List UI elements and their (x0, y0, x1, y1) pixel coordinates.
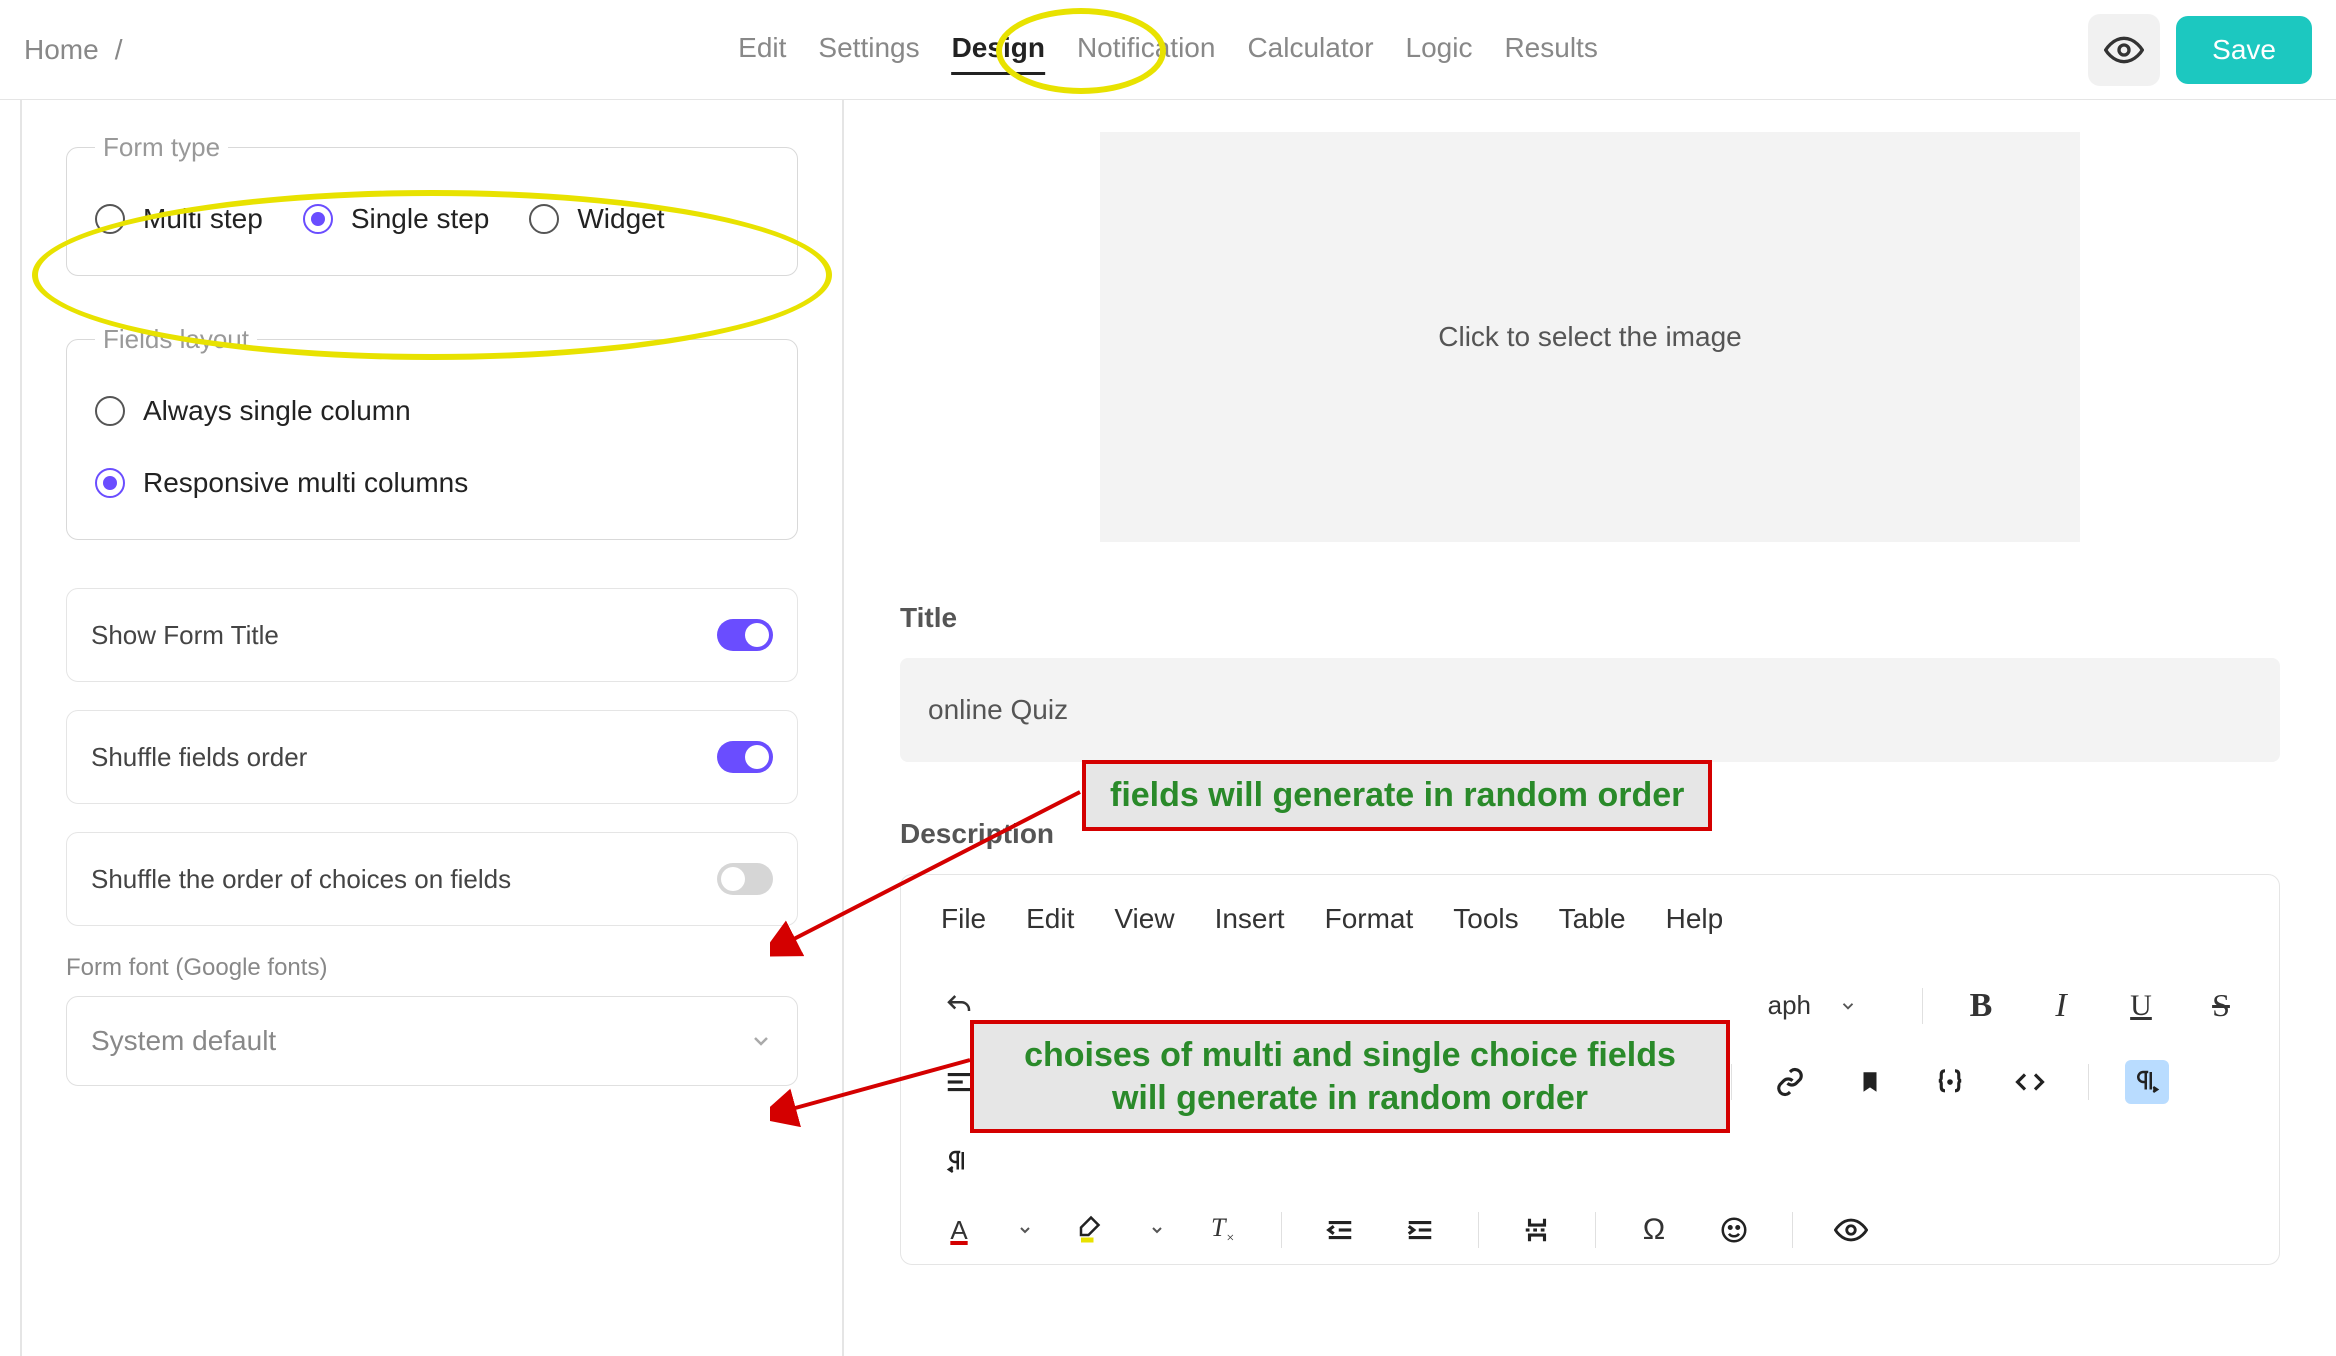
toggle-shuffle-choices: Shuffle the order of choices on fields (66, 832, 798, 926)
tab-results[interactable]: Results (1504, 24, 1597, 75)
font-label: Form font (Google fonts) (66, 954, 798, 982)
highlight-icon (1076, 1215, 1106, 1245)
indent-icon (1405, 1215, 1435, 1245)
tab-settings[interactable]: Settings (818, 24, 919, 75)
annotation-callout-shuffle-fields: fields will generate in random order (1082, 760, 1712, 831)
pilcrow-rtl-icon (944, 1147, 974, 1177)
toggle-shuffle-fields-label: Shuffle fields order (91, 742, 307, 773)
preview-doc-button[interactable] (1829, 1208, 1873, 1252)
page-break-icon (1522, 1215, 1552, 1245)
indent-button[interactable] (1398, 1208, 1442, 1252)
toggle-show-title: Show Form Title (66, 588, 798, 682)
chevron-down-icon (749, 1029, 773, 1053)
editor-menubar: File Edit View Insert Format Tools Table Help (901, 875, 2279, 963)
link-button[interactable] (1768, 1060, 1812, 1104)
rtl-button[interactable] (937, 1140, 981, 1184)
eye-icon (1834, 1213, 1868, 1247)
tab-notification[interactable]: Notification (1077, 24, 1216, 75)
radio-responsive-multi-columns[interactable]: Responsive multi columns (95, 467, 769, 499)
pilcrow-ltr-icon (2132, 1067, 2162, 1097)
menu-help[interactable]: Help (1666, 903, 1724, 935)
breadcrumb-sep: / (115, 34, 123, 66)
block-format-value: aph (1768, 990, 1811, 1021)
form-type-group: Form type Multi step Single step Widget (66, 132, 798, 276)
toggle-shuffle-choices-switch[interactable] (717, 863, 773, 895)
save-button[interactable]: Save (2176, 16, 2312, 84)
clear-format-button[interactable]: T× (1201, 1208, 1245, 1252)
eye-icon (2104, 30, 2144, 70)
source-code-button[interactable] (2008, 1060, 2052, 1104)
toggle-show-title-switch[interactable] (717, 619, 773, 651)
fields-layout-legend: Fields layout (95, 324, 257, 355)
omega-icon: Ω (1643, 1213, 1665, 1247)
ltr-button[interactable] (2125, 1060, 2169, 1104)
tab-calculator[interactable]: Calculator (1247, 24, 1373, 75)
block-format-select[interactable]: aph (1739, 975, 1886, 1036)
radio-always-single-column[interactable]: Always single column (95, 395, 769, 427)
text-color-icon: A (950, 1215, 967, 1246)
form-type-legend: Form type (95, 132, 228, 163)
underline-button[interactable]: U (2119, 984, 2163, 1028)
title-label: Title (900, 602, 2280, 634)
bookmark-icon (1857, 1067, 1883, 1097)
menu-file[interactable]: File (941, 903, 986, 935)
annotation-callout-shuffle-choices: choises of multi and single choice field… (970, 1020, 1730, 1133)
title-input[interactable] (900, 658, 2280, 762)
special-char-button[interactable]: Ω (1632, 1208, 1676, 1252)
preview-button[interactable] (2088, 14, 2160, 86)
emoji-icon (1719, 1215, 1749, 1245)
page-break-button[interactable] (1515, 1208, 1559, 1252)
text-color-button[interactable]: A (937, 1208, 981, 1252)
breadcrumb: Home / (24, 34, 122, 66)
tab-edit[interactable]: Edit (738, 24, 786, 75)
chevron-down-icon[interactable] (1149, 1222, 1165, 1238)
italic-button[interactable]: I (2039, 984, 2083, 1028)
code-sample-button[interactable] (1928, 1060, 1972, 1104)
chevron-down-icon[interactable] (1017, 1222, 1033, 1238)
toggle-show-title-label: Show Form Title (91, 620, 279, 651)
bold-button[interactable]: B (1959, 984, 2003, 1028)
radio-multi-step[interactable]: Multi step (95, 203, 263, 235)
font-select-value: System default (91, 1025, 276, 1057)
menu-edit[interactable]: Edit (1026, 903, 1074, 935)
fields-layout-group: Fields layout Always single column Respon… (66, 324, 798, 540)
chevron-down-icon (1839, 997, 1857, 1015)
strike-button[interactable]: S (2199, 984, 2243, 1028)
toggle-shuffle-fields-switch[interactable] (717, 741, 773, 773)
undo-icon (944, 991, 974, 1021)
toggle-shuffle-choices-label: Shuffle the order of choices on fields (91, 864, 511, 895)
code-icon (2015, 1067, 2045, 1097)
radio-widget[interactable]: Widget (529, 203, 664, 235)
tab-logic[interactable]: Logic (1406, 24, 1473, 75)
toggle-shuffle-fields: Shuffle fields order (66, 710, 798, 804)
menu-format[interactable]: Format (1325, 903, 1414, 935)
menu-table[interactable]: Table (1559, 903, 1626, 935)
radio-single-step[interactable]: Single step (303, 203, 490, 235)
outdent-icon (1325, 1215, 1355, 1245)
clear-format-icon: T× (1211, 1213, 1235, 1247)
menu-tools[interactable]: Tools (1453, 903, 1518, 935)
main-tabs: Edit Settings Design Notification Calculator… (738, 24, 1598, 75)
emoji-button[interactable] (1712, 1208, 1756, 1252)
link-icon (1775, 1067, 1805, 1097)
image-dropzone[interactable]: Click to select the image (1100, 132, 2080, 542)
code-braces-icon (1935, 1067, 1965, 1097)
outdent-button[interactable] (1318, 1208, 1362, 1252)
font-select[interactable]: System default (66, 996, 798, 1086)
highlight-color-button[interactable] (1069, 1208, 1113, 1252)
breadcrumb-home[interactable]: Home (24, 34, 99, 66)
menu-view[interactable]: View (1114, 903, 1174, 935)
menu-insert[interactable]: Insert (1215, 903, 1285, 935)
editor-toolbar-row3: A T× Ω (901, 1196, 2279, 1264)
bookmark-button[interactable] (1848, 1060, 1892, 1104)
tab-design[interactable]: Design (952, 24, 1045, 75)
